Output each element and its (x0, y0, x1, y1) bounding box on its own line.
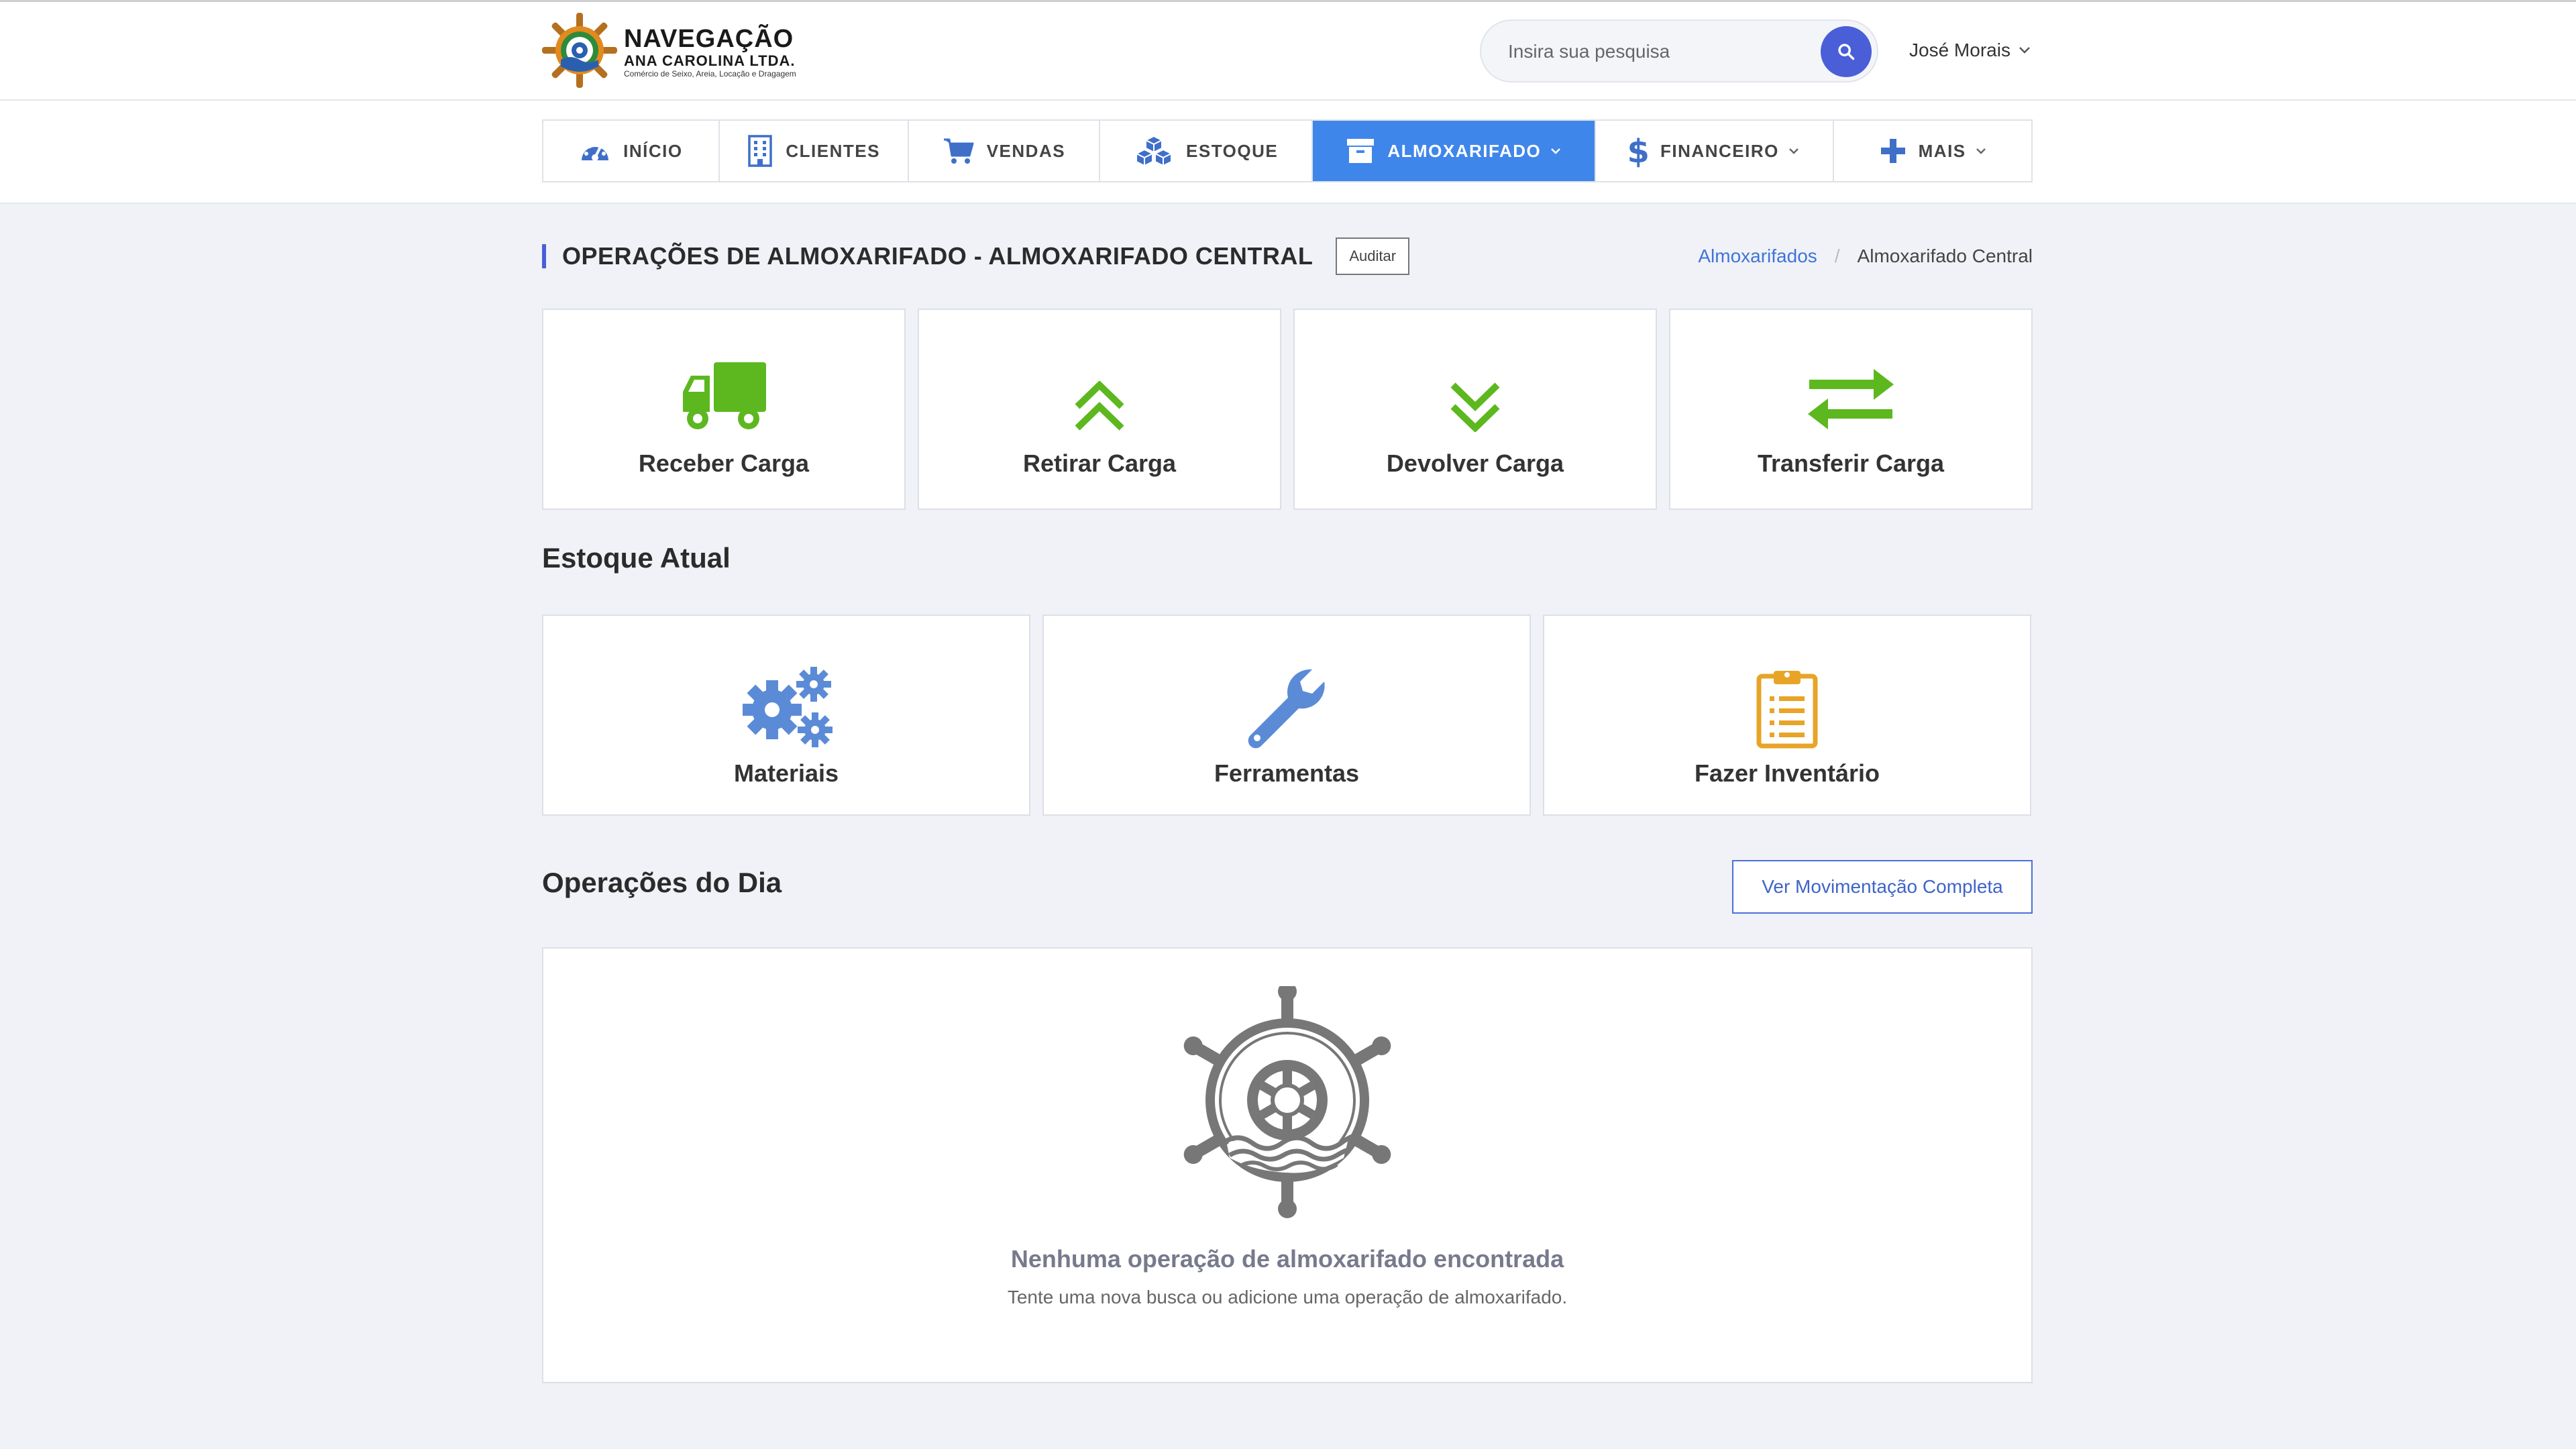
ship-wheel-icon (1183, 986, 1391, 1218)
page-title-bar: OPERAÇÕES DE ALMOXARIFADO - ALMOXARIFADO… (542, 237, 1410, 275)
receive-cargo-card[interactable]: Receber Carga (542, 309, 906, 510)
view-full-movement-button[interactable]: Ver Movimentação Completa (1732, 860, 2033, 914)
plus-icon (1880, 139, 1905, 163)
search-input[interactable] (1508, 36, 1803, 68)
tools-card[interactable]: Ferramentas (1042, 614, 1531, 816)
nav-item-mais[interactable]: MAIS (1834, 121, 2032, 181)
logo-line-2: ANA CAROLINA LTDA. (624, 52, 796, 69)
chevron-down-icon (1976, 148, 1986, 154)
breadcrumb: Almoxarifados / Almoxarifado Central (1698, 243, 2033, 270)
nav-item-label: MAIS (1918, 140, 1966, 161)
return-cargo-card[interactable]: Devolver Carga (1293, 309, 1657, 510)
nav-bar: INÍCIO CLIENTES VENDAS ESTOQUE ALMOXARIF… (542, 119, 2033, 182)
nav-item-estoque[interactable]: ESTOQUE (1100, 121, 1313, 181)
materials-card[interactable]: Materiais (542, 614, 1030, 816)
logo-line-1: NAVEGAÇÃO (624, 25, 794, 53)
card-label: Materiais (733, 759, 839, 787)
card-label: Fazer Inventário (1694, 759, 1880, 787)
page-title: OPERAÇÕES DE ALMOXARIFADO - ALMOXARIFADO… (562, 242, 1313, 270)
card-label: Ferramentas (1214, 759, 1360, 787)
archive-icon (1347, 139, 1375, 163)
card-label: Receber Carga (638, 449, 810, 477)
truck-icon (683, 362, 766, 429)
title-accent (542, 244, 546, 268)
nav-item-label: ALMOXARIFADO (1387, 140, 1542, 161)
stock-section-title: Estoque Atual (542, 542, 731, 574)
ship-wheel-logo-icon (542, 13, 617, 88)
user-name: José Morais (1909, 40, 2010, 60)
nav-item-almoxarifado[interactable]: ALMOXARIFADO (1312, 121, 1596, 181)
double-chevron-up-icon (1075, 381, 1124, 431)
day-operations-title: Operações do Dia (542, 867, 782, 898)
nav-item-label: FINANCEIRO (1660, 140, 1779, 161)
search-icon (1838, 44, 1855, 60)
inventory-card[interactable]: Fazer Inventário (1543, 614, 2031, 816)
svg-text:$: $ (1629, 134, 1648, 168)
chevron-down-icon (1788, 148, 1799, 154)
nav-item-label: ESTOQUE (1186, 140, 1279, 161)
double-chevron-down-icon (1450, 382, 1500, 432)
gears-icon (743, 667, 833, 747)
chevron-down-icon (2019, 47, 2030, 54)
day-operations-empty-state: Nenhuma operação de almoxarifado encontr… (542, 947, 2033, 1383)
card-label: Devolver Carga (1386, 449, 1564, 477)
exchange-icon (1808, 369, 1894, 429)
transfer-cargo-card[interactable]: Transferir Carga (1669, 309, 2033, 510)
nav-item-vendas[interactable]: VENDAS (908, 121, 1101, 181)
nav-item-clientes[interactable]: CLIENTES (719, 121, 909, 181)
company-logo[interactable]: NAVEGAÇÃO ANA CAROLINA LTDA. Comércio de… (542, 10, 796, 93)
main-navigation: INÍCIO CLIENTES VENDAS ESTOQUE ALMOXARIF… (0, 101, 2576, 204)
dashboard-icon (582, 142, 609, 161)
breadcrumb-separator: / (1834, 246, 1840, 266)
nav-item-label: VENDAS (986, 140, 1066, 161)
nav-item-inicio[interactable]: INÍCIO (543, 121, 720, 181)
empty-state-subtitle: Tente uma nova busca ou adicione uma ope… (1007, 1287, 1568, 1307)
breadcrumb-link-almoxarifados[interactable]: Almoxarifados (1698, 246, 1817, 267)
user-menu[interactable]: José Morais (1909, 36, 2031, 65)
withdraw-cargo-card[interactable]: Retirar Carga (918, 309, 1281, 510)
wrench-icon (1248, 669, 1325, 749)
cubes-icon (1134, 135, 1173, 167)
empty-state-title: Nenhuma operação de almoxarifado encontr… (1010, 1245, 1564, 1273)
search-button[interactable] (1821, 26, 1872, 77)
nav-item-financeiro[interactable]: $ FINANCEIRO (1595, 121, 1835, 181)
search-box (1480, 19, 1878, 83)
logo-line-3: Comércio de Seixo, Areia, Locação e Drag… (624, 69, 796, 78)
cart-icon (943, 138, 974, 164)
breadcrumb-current: Almoxarifado Central (1857, 246, 2033, 266)
card-label: Transferir Carga (1757, 449, 1945, 477)
card-label: Retirar Carga (1022, 449, 1177, 477)
dollar-icon: $ (1629, 134, 1648, 168)
building-icon (748, 135, 773, 167)
audit-button[interactable]: Auditar (1336, 237, 1410, 275)
nav-item-label: INÍCIO (623, 140, 683, 161)
nav-item-label: CLIENTES (786, 140, 880, 161)
top-header: NAVEGAÇÃO ANA CAROLINA LTDA. Comércio de… (0, 0, 2576, 101)
clipboard-icon (1756, 671, 1818, 749)
chevron-down-icon (1551, 148, 1561, 154)
logo-text: NAVEGAÇÃO ANA CAROLINA LTDA. Comércio de… (624, 25, 796, 78)
